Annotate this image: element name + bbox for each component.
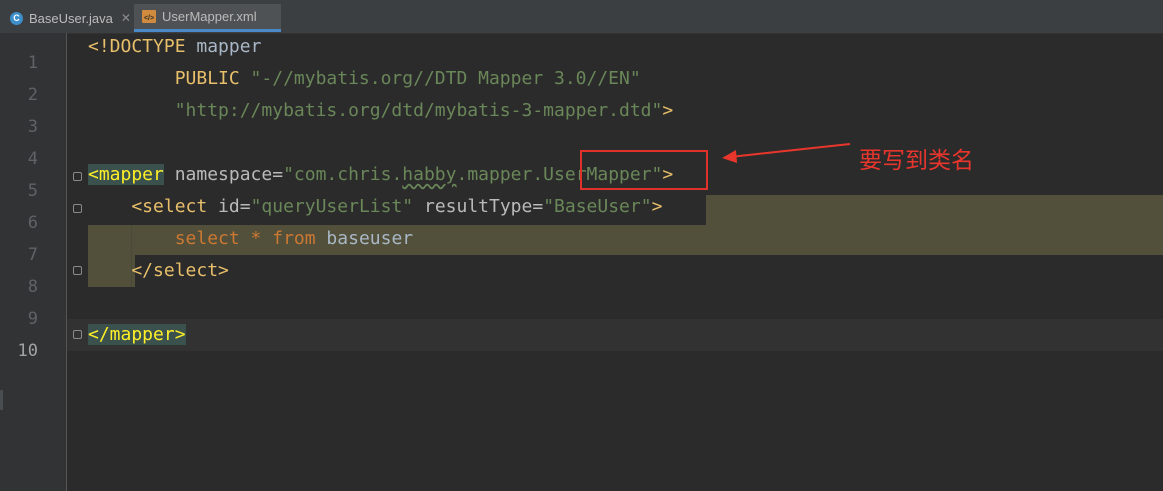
mapper-close-tag: </mapper> — [88, 324, 186, 345]
sql-table: baseuser — [315, 228, 414, 249]
attr-value-typo: habby — [402, 164, 457, 185]
line-number: 2 — [27, 85, 38, 105]
fold-marker-icon[interactable] — [73, 172, 82, 181]
attr-value: "queryUserList" — [250, 196, 414, 217]
attr-eq: = — [239, 196, 251, 217]
line-number-current: 10 — [17, 341, 38, 361]
code-line-3[interactable]: "http://mybatis.org/dtd/mybatis-3-mapper… — [88, 95, 674, 127]
select-close-tag: </select> — [88, 260, 229, 281]
line-number: 4 — [27, 149, 38, 169]
editor-tab-bar: C BaseUser.java ✕ </> UserMapper.xml — [0, 0, 1163, 34]
attr-value: "BaseUser" — [543, 196, 652, 217]
line-number: 9 — [27, 309, 38, 329]
code-line-8[interactable]: </select> — [88, 255, 229, 287]
selection-highlight — [706, 195, 1163, 225]
tab-baseuser-java[interactable]: C BaseUser.java ✕ — [0, 4, 132, 32]
attr-name: resultType — [413, 196, 533, 217]
attr-eq: = — [532, 196, 544, 217]
tag-bracket: > — [662, 100, 674, 121]
select-open-tag: <select — [88, 196, 208, 217]
line-number: 3 — [27, 117, 38, 137]
public-keyword: PUBLIC — [88, 68, 240, 89]
current-line-highlight — [67, 319, 1163, 351]
code-line-7[interactable]: select * from baseuser — [88, 223, 413, 255]
system-id-string: "http://mybatis.org/dtd/mybatis-3-mapper… — [88, 100, 663, 121]
mapper-open-tag: <mapper — [88, 164, 164, 185]
tag-bracket: > — [651, 196, 663, 217]
annotation-arrow-icon — [722, 143, 851, 163]
code-line-10[interactable]: </mapper> — [88, 319, 186, 351]
code-line-6[interactable]: <select id="queryUserList" resultType="B… — [88, 191, 662, 223]
tab-label: UserMapper.xml — [162, 9, 257, 24]
tab-usermapper-xml[interactable]: </> UserMapper.xml — [134, 4, 281, 32]
sql-keyword: select — [88, 228, 240, 249]
annotation-text: 要写到类名 — [859, 148, 974, 174]
attr-name: namespace — [163, 164, 273, 185]
line-number: 8 — [27, 277, 38, 297]
line-number: 1 — [27, 53, 38, 73]
tab-label: BaseUser.java — [29, 10, 113, 26]
public-id-string: "-//mybatis.org//DTD Mapper 3.0//EN" — [239, 68, 641, 89]
fold-marker-icon[interactable] — [73, 330, 82, 339]
doctype-token: <!DOCTYPE — [88, 36, 186, 57]
line-number: 5 — [27, 181, 38, 201]
sql-star: * — [239, 228, 273, 249]
side-handle[interactable] — [0, 390, 3, 410]
sql-keyword: from — [272, 228, 316, 249]
attr-eq: = — [272, 164, 284, 185]
gutter-divider — [66, 33, 67, 491]
line-number: 7 — [27, 245, 38, 265]
doctype-name: mapper — [185, 36, 262, 57]
close-icon[interactable]: ✕ — [121, 11, 131, 25]
fold-marker-icon[interactable] — [73, 204, 82, 213]
xml-file-icon: </> — [142, 10, 156, 23]
line-number-gutter[interactable]: 1 2 3 4 5 6 7 8 9 10 — [0, 33, 66, 491]
fold-marker-icon[interactable] — [73, 266, 82, 275]
annotation-highlight-box — [580, 150, 708, 190]
code-line-2[interactable]: PUBLIC "-//mybatis.org//DTD Mapper 3.0//… — [88, 63, 641, 95]
attr-name: id — [207, 196, 240, 217]
attr-value: "com.chris. — [283, 164, 403, 185]
code-line-1[interactable]: <!DOCTYPE mapper — [88, 31, 261, 63]
line-number: 6 — [27, 213, 38, 233]
java-class-icon: C — [10, 11, 23, 25]
